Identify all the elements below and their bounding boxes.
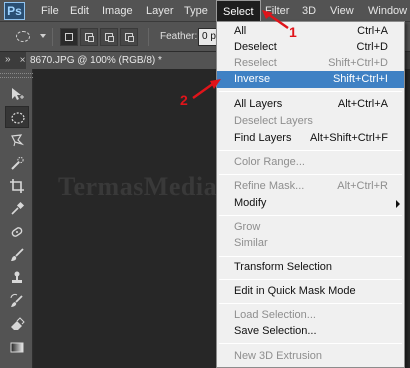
add-to-selection-button[interactable] — [80, 28, 98, 46]
divider — [148, 28, 149, 46]
menu-item-modify[interactable]: Modify — [217, 195, 404, 212]
menu-separator — [219, 215, 402, 216]
annotation-step-2: 2 — [180, 92, 188, 108]
menu-item-deselect[interactable]: Deselect Ctrl+D — [217, 39, 404, 56]
menu-select[interactable]: Select — [216, 0, 261, 22]
menu-edit[interactable]: Edit — [70, 0, 89, 22]
menu-3d[interactable]: 3D — [302, 0, 316, 22]
menu-bar: Ps File Edit Image Layer Type Select Fil… — [0, 0, 410, 22]
menu-type[interactable]: Type — [184, 0, 208, 22]
move-icon[interactable] — [5, 83, 29, 105]
menu-item-similar: Similar — [234, 237, 268, 249]
new-selection-button[interactable] — [60, 28, 78, 46]
feather-label: Feather: — [160, 31, 198, 42]
menu-item-inverse[interactable]: Inverse Shift+Ctrl+I — [217, 71, 404, 88]
menu-item-find-layers[interactable]: Find Layers Alt+Shift+Ctrl+F — [217, 130, 404, 147]
menu-item-all[interactable]: All Ctrl+A — [217, 23, 404, 40]
brush-icon[interactable] — [5, 244, 29, 266]
menu-item-save-selection[interactable]: Save Selection... — [217, 323, 404, 340]
quick-selection-icon[interactable] — [5, 152, 29, 174]
annotation-step-1: 1 — [289, 24, 297, 40]
panel-grip[interactable] — [0, 73, 33, 78]
submenu-arrow-icon — [396, 200, 400, 208]
menu-filter[interactable]: Filter — [265, 0, 289, 22]
subtract-from-selection-button[interactable] — [100, 28, 118, 46]
menu-separator — [219, 174, 402, 175]
menu-item-grow: Grow — [234, 221, 261, 233]
menu-separator — [219, 303, 402, 304]
menu-item-deselect-layers: Deselect Layers — [234, 115, 313, 127]
menu-separator — [219, 256, 402, 257]
photoshop-logo: Ps — [4, 2, 25, 20]
watermark: TermasMedia — [58, 172, 218, 201]
menu-separator — [219, 279, 402, 280]
menu-item-transform-selection[interactable]: Transform Selection — [217, 259, 404, 276]
menu-item-refine-mask: Refine Mask... Alt+Ctrl+R — [234, 180, 388, 192]
menu-item-load-selection: Load Selection... — [234, 309, 316, 321]
tools-panel — [0, 69, 33, 368]
menu-separator — [219, 150, 402, 151]
menu-separator — [219, 343, 402, 344]
menu-item-quick-mask[interactable]: Edit in Quick Mask Mode — [217, 283, 404, 300]
history-brush-icon[interactable] — [5, 290, 29, 312]
eraser-icon[interactable] — [5, 313, 29, 335]
clone-stamp-icon[interactable] — [5, 267, 29, 289]
eyedropper-icon[interactable] — [5, 198, 29, 220]
menu-item-color-range: Color Range... — [234, 156, 305, 168]
menu-item-reselect: Reselect Shift+Ctrl+D — [234, 57, 388, 69]
chevron-down-icon[interactable] — [40, 34, 46, 38]
document-tab[interactable]: 8670.JPG @ 100% (RGB/8) * — [26, 52, 216, 69]
menu-layer[interactable]: Layer — [146, 0, 174, 22]
intersect-selection-button[interactable] — [120, 28, 138, 46]
menu-file[interactable]: File — [41, 0, 59, 22]
select-menu-dropdown: All Ctrl+A Deselect Ctrl+D Reselect Shift+C… — [216, 21, 405, 368]
menu-image[interactable]: Image — [102, 0, 133, 22]
menu-view[interactable]: View — [330, 0, 354, 22]
gradient-icon[interactable] — [5, 336, 29, 358]
menu-window[interactable]: Window — [368, 0, 407, 22]
tool-preset-icon[interactable] — [16, 31, 30, 42]
menu-separator — [219, 91, 402, 92]
spot-healing-icon[interactable] — [5, 221, 29, 243]
panel-collapse-icon[interactable]: » — [5, 54, 11, 65]
divider — [52, 28, 53, 46]
menu-item-new-3d-extrusion: New 3D Extrusion — [234, 350, 323, 362]
menu-item-all-layers[interactable]: All Layers Alt+Ctrl+A — [217, 96, 404, 113]
crop-icon[interactable] — [5, 175, 29, 197]
lasso-icon[interactable] — [5, 129, 29, 151]
elliptical-marquee-icon[interactable] — [5, 106, 29, 128]
